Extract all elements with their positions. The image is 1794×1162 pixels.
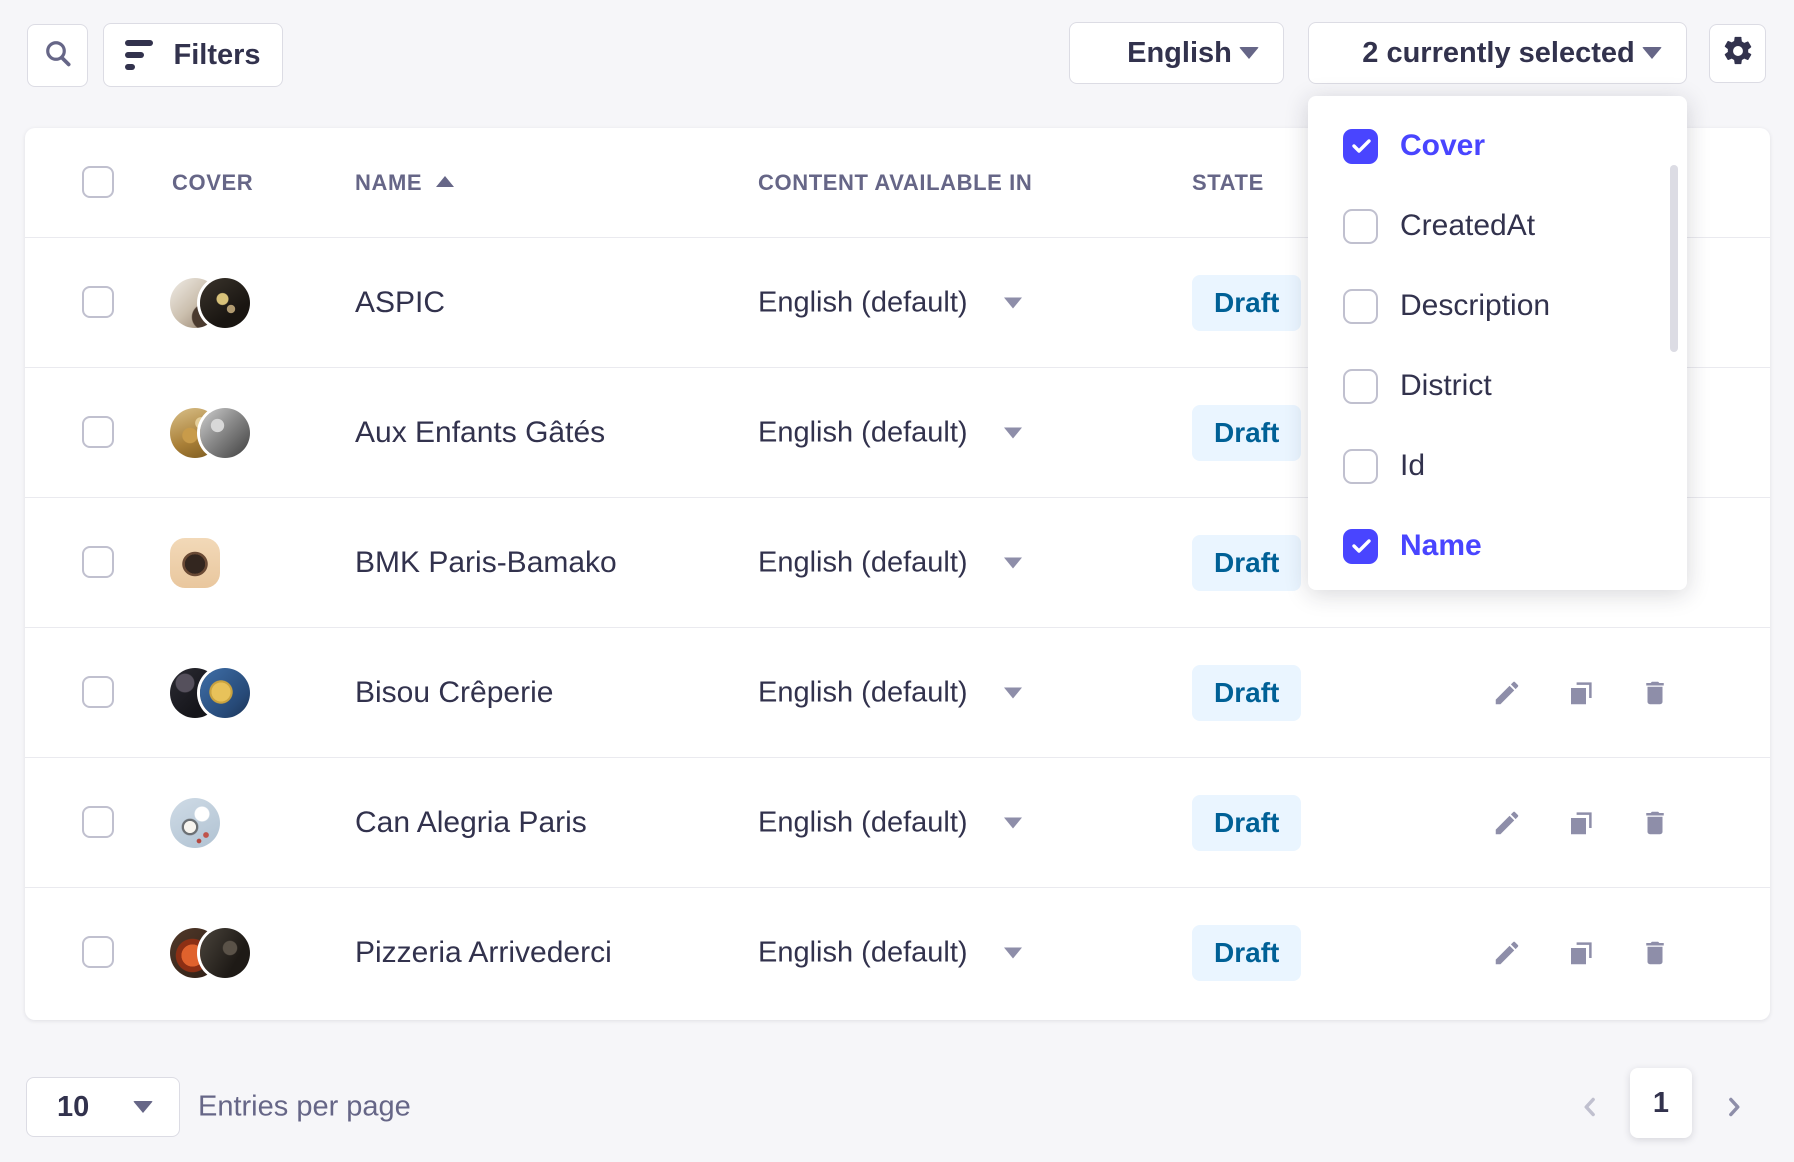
row-actions: [1492, 938, 1670, 968]
column-option-createdat[interactable]: CreatedAt: [1308, 186, 1687, 266]
row-checkbox[interactable]: [82, 676, 114, 708]
column-header-cover[interactable]: COVER: [172, 170, 253, 196]
entry-name: BMK Paris-Bamako: [355, 546, 617, 580]
checkbox-unchecked-icon[interactable]: [1343, 289, 1378, 324]
settings-button[interactable]: [1709, 24, 1766, 83]
chevron-down-icon: [1004, 817, 1022, 828]
columns-select[interactable]: 2 currently selected: [1308, 22, 1687, 84]
cover-image: [170, 798, 220, 848]
entry-name: Pizzeria Arrivederci: [355, 936, 612, 970]
locale-select-value: English: [1127, 37, 1232, 70]
filters-button[interactable]: Filters: [103, 23, 283, 87]
column-visibility-dropdown: Cover CreatedAt Description District Id …: [1308, 96, 1687, 590]
locale-cell-select[interactable]: English (default): [758, 937, 1022, 970]
content-list-page: Filters English 2 currently selected COV…: [0, 0, 1794, 1162]
entry-name: Aux Enfants Gâtés: [355, 416, 605, 450]
next-page-button[interactable]: [1706, 1079, 1762, 1135]
delete-icon[interactable]: [1640, 808, 1670, 838]
status-badge: Draft: [1192, 925, 1301, 981]
entry-name: Bisou Crêperie: [355, 676, 553, 710]
duplicate-icon[interactable]: [1566, 938, 1596, 968]
previous-page-button[interactable]: [1562, 1079, 1618, 1135]
filters-button-label: Filters: [173, 39, 260, 72]
chevron-right-icon: [1719, 1092, 1749, 1122]
chevron-down-icon: [1642, 47, 1662, 59]
column-option-cover[interactable]: Cover: [1308, 106, 1687, 186]
column-header-name[interactable]: NAME: [355, 170, 454, 196]
column-header-state[interactable]: STATE: [1192, 170, 1264, 196]
search-button[interactable]: [27, 24, 88, 87]
status-badge: Draft: [1192, 535, 1301, 591]
column-option-description[interactable]: Description: [1308, 266, 1687, 346]
locale-select[interactable]: English: [1069, 22, 1284, 84]
duplicate-icon[interactable]: [1566, 678, 1596, 708]
row-checkbox[interactable]: [82, 286, 114, 318]
delete-icon[interactable]: [1640, 938, 1670, 968]
locale-cell-select[interactable]: English (default): [758, 416, 1022, 449]
filter-icon: [125, 40, 153, 70]
chevron-down-icon: [1004, 297, 1022, 308]
chevron-left-icon: [1575, 1092, 1605, 1122]
delete-icon[interactable]: [1640, 678, 1670, 708]
locale-cell-select[interactable]: English (default): [758, 676, 1022, 709]
checkbox-unchecked-icon[interactable]: [1343, 369, 1378, 404]
columns-select-value: 2 currently selected: [1362, 37, 1634, 70]
locale-cell-select[interactable]: English (default): [758, 546, 1022, 579]
edit-icon[interactable]: [1492, 938, 1522, 968]
cover-image: [200, 928, 250, 978]
row-actions: [1492, 678, 1670, 708]
column-option-district[interactable]: District: [1308, 346, 1687, 426]
entries-per-page-label: Entries per page: [198, 1091, 411, 1124]
status-badge: Draft: [1192, 795, 1301, 851]
duplicate-icon[interactable]: [1566, 808, 1596, 838]
checkbox-unchecked-icon[interactable]: [1343, 209, 1378, 244]
status-badge: Draft: [1192, 665, 1301, 721]
chevron-down-icon: [1004, 948, 1022, 959]
checkbox-checked-icon[interactable]: [1343, 529, 1378, 564]
row-actions: [1492, 808, 1670, 838]
cover-image: [200, 668, 250, 718]
column-header-content-available-in[interactable]: CONTENT AVAILABLE IN: [758, 170, 1032, 196]
entry-name: Can Alegria Paris: [355, 806, 587, 840]
row-checkbox[interactable]: [82, 416, 114, 448]
chevron-down-icon: [1004, 687, 1022, 698]
edit-icon[interactable]: [1492, 678, 1522, 708]
row-checkbox[interactable]: [82, 806, 114, 838]
page-size-value: 10: [57, 1091, 89, 1124]
edit-icon[interactable]: [1492, 808, 1522, 838]
row-checkbox[interactable]: [82, 546, 114, 578]
chevron-down-icon: [133, 1101, 153, 1113]
checkbox-checked-icon[interactable]: [1343, 129, 1378, 164]
dropdown-scrollbar[interactable]: [1670, 165, 1678, 352]
sort-ascending-icon: [436, 176, 454, 187]
search-icon: [42, 37, 74, 74]
chevron-down-icon: [1004, 427, 1022, 438]
select-all-checkbox[interactable]: [82, 166, 114, 198]
cover-image: [200, 278, 250, 328]
locale-cell-select[interactable]: English (default): [758, 806, 1022, 839]
row-checkbox[interactable]: [82, 936, 114, 968]
cover-image: [170, 538, 220, 588]
checkbox-unchecked-icon[interactable]: [1343, 449, 1378, 484]
chevron-down-icon: [1239, 47, 1259, 59]
gear-icon: [1721, 34, 1755, 73]
column-option-name[interactable]: Name: [1308, 506, 1687, 586]
table-row[interactable]: Pizzeria Arrivederci English (default) D…: [25, 888, 1770, 1018]
cover-image: [200, 408, 250, 458]
locale-cell-select[interactable]: English (default): [758, 286, 1022, 319]
column-option-id[interactable]: Id: [1308, 426, 1687, 506]
status-badge: Draft: [1192, 405, 1301, 461]
chevron-down-icon: [1004, 557, 1022, 568]
table-row[interactable]: Bisou Crêperie English (default) Draft: [25, 628, 1770, 758]
page-number-button[interactable]: 1: [1630, 1068, 1692, 1138]
entry-name: ASPIC: [355, 286, 445, 320]
table-row[interactable]: Can Alegria Paris English (default) Draf…: [25, 758, 1770, 888]
status-badge: Draft: [1192, 275, 1301, 331]
page-size-select[interactable]: 10: [26, 1077, 180, 1137]
